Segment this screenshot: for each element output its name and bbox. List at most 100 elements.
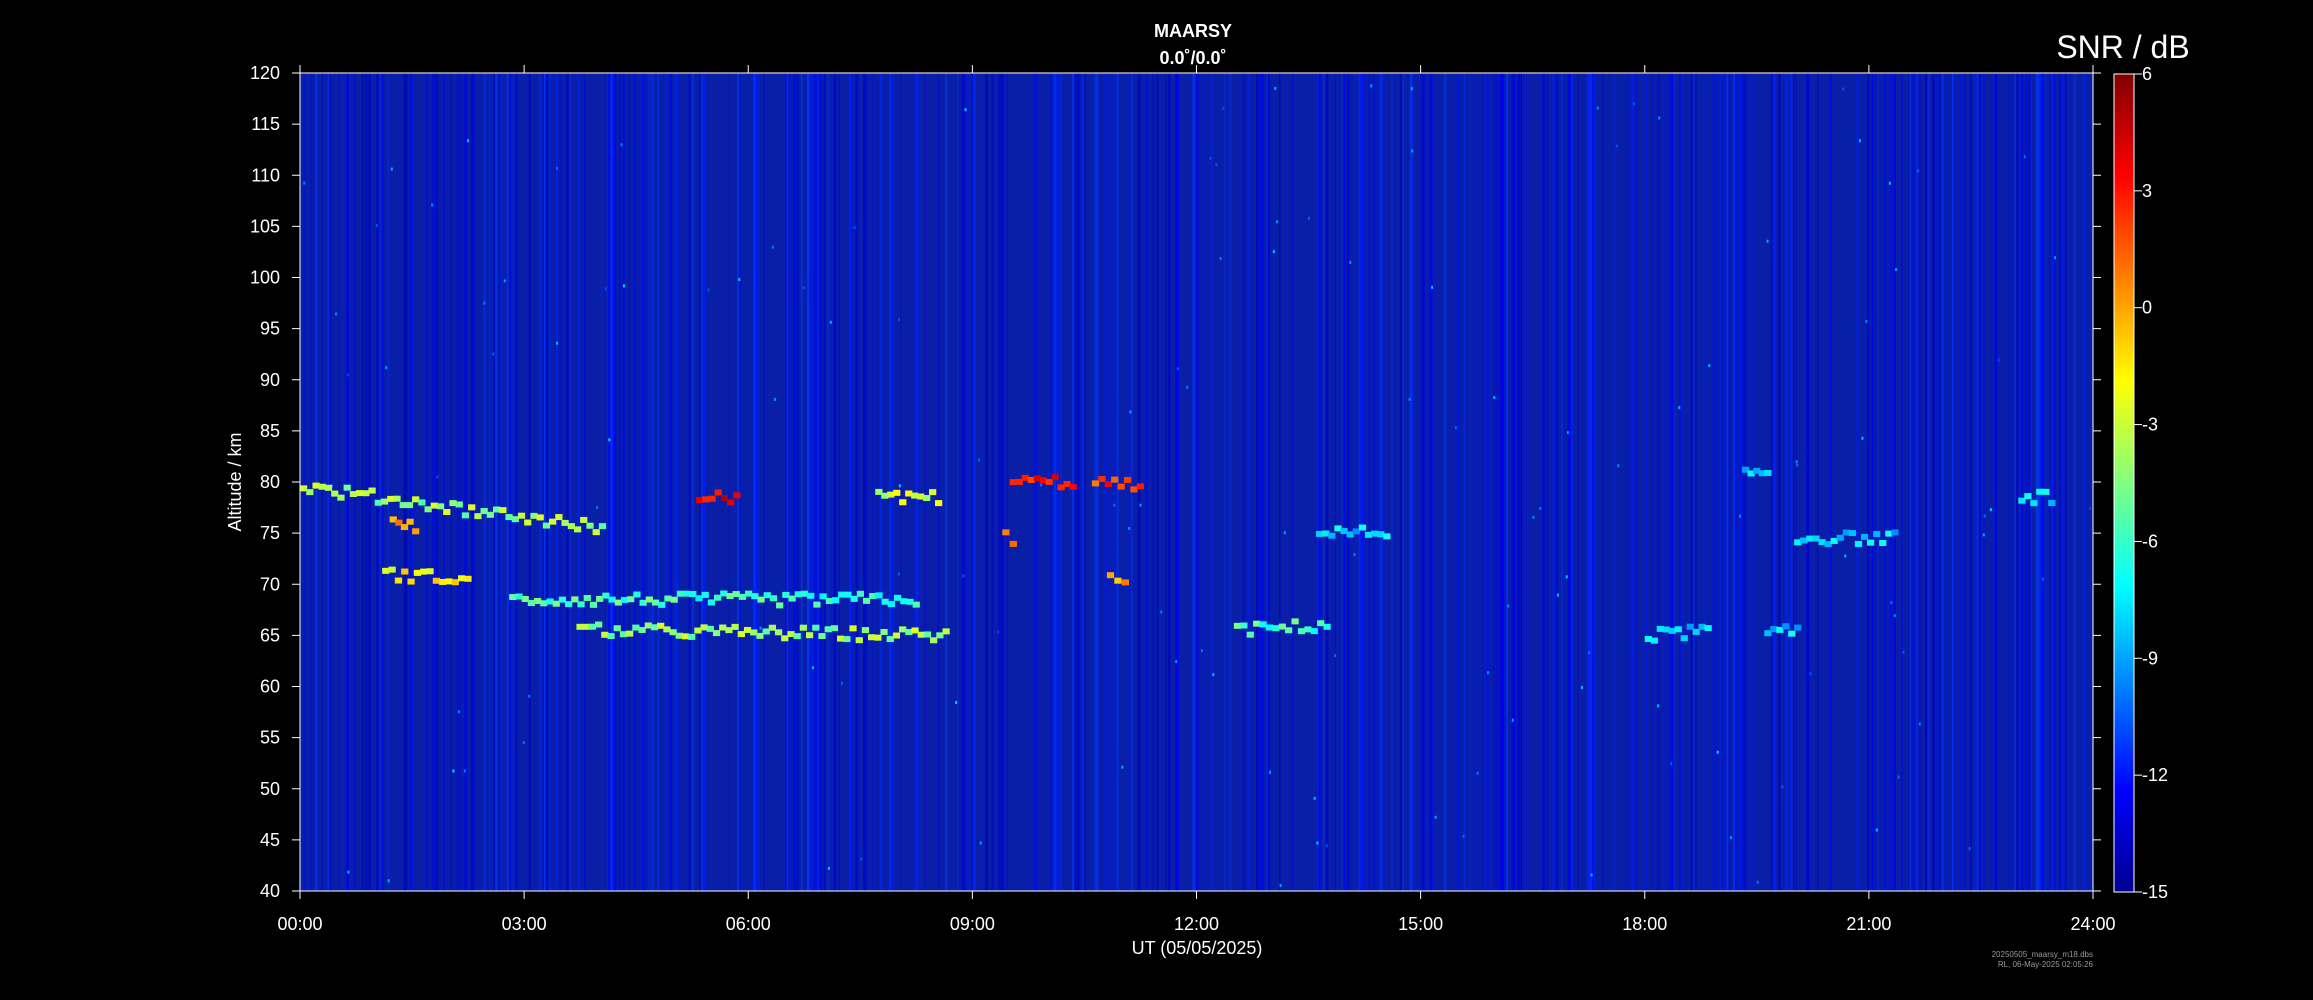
noise-streak: [1056, 73, 1059, 891]
x-tick-label: 24:00: [2070, 914, 2115, 934]
echo-cell: [555, 514, 563, 521]
noise-speck: [467, 139, 470, 143]
echo-cell: [1764, 469, 1772, 476]
echo-cell: [887, 601, 896, 608]
echo-cell: [738, 593, 747, 600]
noise-speck: [431, 203, 434, 207]
noise-streak: [1919, 73, 1922, 891]
noise-streak: [1242, 73, 1246, 891]
echo-cell: [337, 494, 345, 501]
noise-streak: [1446, 73, 1449, 891]
noise-streak: [2064, 73, 2067, 891]
echo-cell: [324, 484, 333, 491]
echo-cell: [824, 626, 832, 633]
colorbar-title: SNR / dB: [2056, 29, 2189, 65]
noise-speck: [1176, 367, 1179, 371]
noise-speck: [303, 181, 306, 185]
noise-speck: [1370, 84, 1373, 88]
noise-streak: [1913, 73, 1915, 891]
noise-streak: [1664, 73, 1666, 891]
noise-streak: [2062, 73, 2065, 891]
noise-streak: [1431, 73, 1434, 891]
echo-cell: [682, 590, 691, 597]
echo-cell: [1328, 532, 1336, 539]
noise-streak: [753, 73, 757, 891]
noise-streak: [353, 73, 356, 891]
echo-cell: [880, 628, 888, 635]
noise-speck: [897, 572, 900, 576]
echo-cell: [1091, 480, 1100, 487]
y-tick-label: 65: [260, 625, 280, 645]
noise-streak: [528, 73, 531, 891]
noise-streak: [1368, 73, 1371, 891]
noise-speck: [1410, 87, 1413, 91]
noise-speck: [1487, 671, 1490, 675]
echo-cell: [492, 506, 501, 513]
noise-speck: [1615, 144, 1618, 148]
noise-streak: [368, 73, 371, 891]
noise-streak: [1723, 73, 1726, 891]
noise-speck: [1316, 841, 1319, 845]
noise-streak: [967, 73, 970, 891]
noise-streak: [1963, 73, 1966, 891]
noise-streak: [1139, 73, 1142, 891]
noise-streak: [728, 73, 730, 891]
echo-cell: [886, 636, 894, 643]
noise-streak: [1719, 73, 1721, 891]
noise-speck: [1222, 106, 1225, 110]
noise-streak: [489, 73, 491, 891]
noise-speck: [556, 341, 559, 345]
noise-speck: [1408, 397, 1411, 401]
noise-speck: [1113, 503, 1116, 507]
noise-streak: [1561, 73, 1563, 891]
echo-cell: [406, 518, 414, 525]
noise-streak: [1074, 73, 1077, 891]
noise-speck: [738, 277, 741, 281]
noise-streak: [688, 73, 691, 891]
echo-cell: [565, 601, 573, 608]
noise-streak: [1517, 73, 1519, 891]
noise-speck: [608, 438, 611, 442]
noise-streak: [2073, 73, 2077, 891]
echo-cell: [813, 601, 821, 608]
echo-cell: [719, 624, 727, 631]
echo-cell: [388, 566, 396, 573]
echo-cell: [930, 637, 938, 644]
noise-speck: [1128, 526, 1131, 530]
noise-streak: [1391, 73, 1393, 891]
noise-streak: [1773, 73, 1776, 891]
echo-cell: [474, 513, 482, 520]
noise-streak: [432, 73, 435, 891]
echo-cell: [756, 632, 764, 639]
noise-streak: [1751, 73, 1753, 891]
noise-streak: [1634, 73, 1638, 891]
echo-cell: [658, 601, 666, 608]
noise-streak: [327, 73, 329, 891]
y-tick-label: 110: [251, 165, 280, 185]
noise-speck: [811, 666, 814, 670]
noise-streak: [465, 73, 468, 891]
noise-streak: [1889, 73, 1893, 891]
noise-streak: [1927, 73, 1931, 891]
noise-streak: [509, 73, 512, 891]
echo-cell: [613, 625, 621, 632]
noise-streak: [1871, 73, 1875, 891]
noise-speck: [1795, 460, 1798, 464]
noise-streak: [642, 73, 645, 891]
echo-cell: [300, 485, 308, 492]
noise-speck: [1431, 285, 1434, 289]
echo-cell: [343, 484, 351, 491]
echo-cell: [819, 593, 827, 600]
echo-cell: [900, 598, 908, 605]
noise-streak: [1974, 73, 1977, 891]
echo-cell: [689, 590, 697, 597]
echo-cell: [751, 593, 759, 600]
noise-streak: [1346, 73, 1350, 891]
noise-speck: [1175, 660, 1178, 664]
echo-cell: [598, 523, 607, 530]
colorbar-tick-label: -6: [2142, 531, 2158, 551]
noise-streak: [310, 73, 313, 891]
echo-cell: [443, 509, 451, 516]
noise-streak: [1474, 73, 1477, 891]
noise-streak: [1170, 73, 1172, 891]
